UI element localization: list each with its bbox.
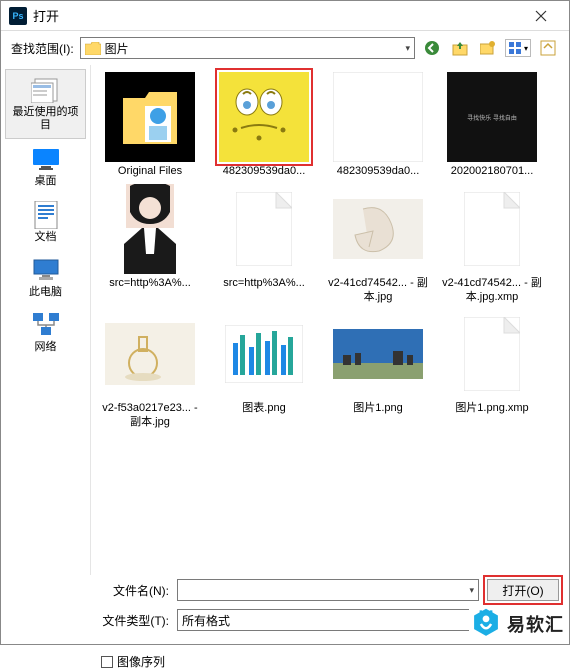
chevron-down-icon: ▾ [405,43,410,54]
extra-icon [540,40,556,56]
file-label: v2-f53a0217e23... - 副本.jpg [96,400,204,430]
open-dialog: Ps 打开 查找范围(I): 图片 ▾ ▾ [0,0,570,645]
thumbnail [332,71,424,163]
file-item[interactable]: 寻找快乐 寻找自由 202002180701... [437,71,547,179]
thumbnail [446,308,538,400]
filename-combo[interactable]: ▾ [177,579,479,601]
sidebar-item-documents[interactable]: 文档 [1,195,90,250]
sidebar-item-desktop[interactable]: 桌面 [1,139,90,194]
views-icon [508,41,522,55]
close-button[interactable] [521,2,561,30]
thumbnail [104,183,196,275]
file-item[interactable]: v2-41cd74542... - 副本.jpg [323,183,433,305]
thumbnail [218,71,310,163]
new-folder-button[interactable] [477,37,499,59]
open-button[interactable]: 打开(O) [487,579,559,601]
lookin-combo[interactable]: 图片 ▾ [80,37,415,59]
file-item[interactable]: v2-f53a0217e23... - 副本.jpg [95,308,205,430]
views-button[interactable]: ▾ [505,39,531,57]
thumbnail [104,71,196,163]
file-label: 图片1.png [324,400,432,416]
filetype-label: 文件类型(T): [101,612,169,629]
thumbnail [332,308,424,400]
sidebar-item-recent[interactable]: 最近使用的项目 [5,69,86,139]
sidebar: 最近使用的项目 桌面 文档 此电脑 [1,65,91,575]
branding-logo: 易软汇 [469,607,564,641]
close-icon [535,10,547,22]
file-label: 482309539da0... [324,163,432,179]
file-item[interactable]: 图片1.png [323,308,433,430]
chevron-down-icon: ▾ [469,585,474,596]
up-icon [452,40,468,56]
file-label: 图片1.png.xmp [438,400,546,416]
folder-icon [85,42,101,55]
body-area: 最近使用的项目 桌面 文档 此电脑 [1,65,569,575]
photoshop-icon: Ps [9,7,27,25]
file-item[interactable]: 图片1.png.xmp [437,308,547,430]
sidebar-item-network[interactable]: 网络 [1,305,90,360]
file-item[interactable]: src=http%3A%... [95,183,205,305]
file-label: 482309539da0... [210,163,318,179]
documents-icon [30,201,62,229]
sidebar-item-label: 此电脑 [29,286,62,299]
file-label: src=http%3A%... [210,275,318,291]
file-item[interactable]: 图表.png [209,308,319,430]
window-title: 打开 [33,6,521,25]
chevron-down-icon: ▾ [524,44,528,53]
file-label: v2-41cd74542... - 副本.jpg [324,275,432,305]
sequence-label: 图像序列 [117,653,165,670]
recent-icon [30,76,62,104]
thumbnail [104,308,196,400]
thumbnail [332,183,424,275]
file-label: 202002180701... [438,163,546,179]
file-label: v2-41cd74542... - 副本.jpg.xmp [438,275,546,305]
back-button[interactable] [421,37,443,59]
sidebar-item-thispc[interactable]: 此电脑 [1,250,90,305]
sequence-checkbox[interactable] [101,656,113,668]
logo-icon [469,607,503,641]
file-item[interactable]: src=http%3A%... [209,183,319,305]
file-label: Original Files [96,163,204,179]
lookin-row: 查找范围(I): 图片 ▾ ▾ [1,31,569,65]
file-item-selected[interactable]: 482309539da0... [209,71,319,179]
filetype-combo[interactable]: 所有格式 ▾ [177,609,479,631]
file-grid: Original Files 482309539da0... [91,65,569,575]
sequence-row: 图像序列 [1,653,569,670]
network-icon [30,311,62,339]
filename-label: 文件名(N): [101,582,169,599]
toolbar-icons: ▾ [421,37,559,59]
sidebar-item-label: 桌面 [35,175,57,188]
back-icon [424,40,440,56]
desktop-icon [30,145,62,173]
filetype-value: 所有格式 [182,612,230,629]
new-folder-icon [480,40,496,56]
thumbnail [218,183,310,275]
filename-row: 文件名(N): ▾ 打开(O) [101,579,559,601]
file-item[interactable]: v2-41cd74542... - 副本.jpg.xmp [437,183,547,305]
lookin-value: 图片 [105,40,129,57]
thumbnail [446,183,538,275]
extra-button[interactable] [537,37,559,59]
sidebar-item-label: 文档 [35,231,57,244]
titlebar: Ps 打开 [1,1,569,31]
sidebar-item-label: 网络 [35,341,57,354]
computer-icon [30,256,62,284]
logo-text: 易软汇 [507,611,564,637]
logo-name: 易软汇 [507,611,564,637]
lookin-label: 查找范围(I): [11,40,74,57]
file-item-folder[interactable]: Original Files [95,71,205,179]
sidebar-item-label: 最近使用的项目 [8,106,83,132]
thumbnail [218,308,310,400]
file-item[interactable]: 482309539da0... [323,71,433,179]
file-label: 图表.png [210,400,318,416]
up-button[interactable] [449,37,471,59]
file-label: src=http%3A%... [96,275,204,291]
svg-text:寻找快乐 寻找自由: 寻找快乐 寻找自由 [467,114,517,122]
thumbnail: 寻找快乐 寻找自由 [446,71,538,163]
